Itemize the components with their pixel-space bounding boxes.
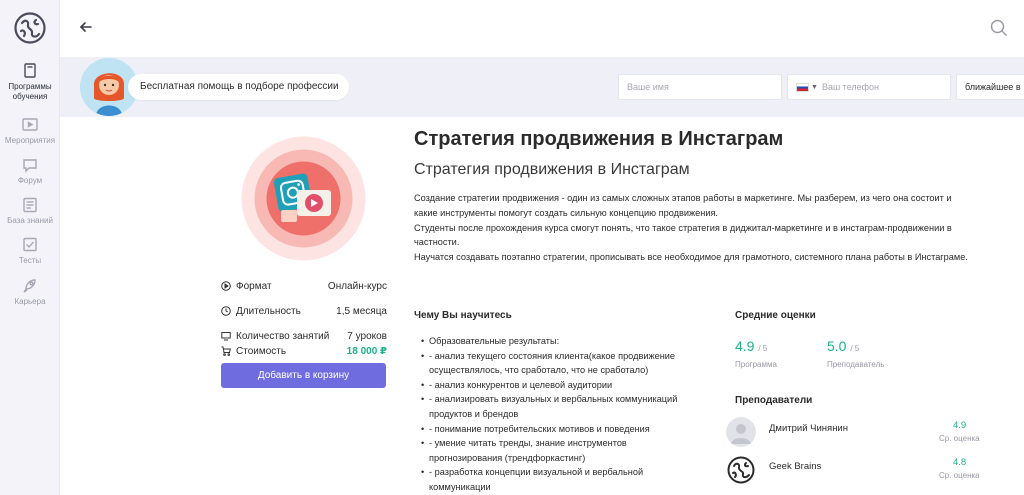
course-description: Создание стратегии продвижения - один из…	[414, 191, 974, 265]
cart-icon	[221, 346, 231, 356]
teachers-heading: Преподаватели	[735, 395, 813, 406]
list-item: - разработка концепции визуальной и верб…	[421, 465, 701, 494]
course-illustration	[241, 136, 366, 261]
teacher-name[interactable]: Geek Brains	[769, 461, 821, 472]
checkbox-icon	[21, 237, 39, 253]
list-item: Образовательные результаты:	[421, 334, 701, 349]
sidebar-item-knowledge[interactable]: База знаний	[0, 197, 60, 226]
brain-logo-icon[interactable]	[13, 11, 47, 45]
sidebar-item-programs[interactable]: Программы обучения	[0, 63, 60, 102]
sidebar-item-label: Программы обучения	[8, 82, 52, 101]
teacher-name[interactable]: Дмитрий Чинянин	[769, 423, 848, 434]
sidebar-item-label: Карьера	[14, 297, 46, 306]
search-icon[interactable]	[990, 19, 1008, 37]
chat-bubble-icon	[21, 157, 39, 173]
course-subtitle: Стратегия продвижения в Инстаграм	[414, 161, 690, 178]
back-arrow-icon[interactable]	[78, 19, 94, 35]
lessons-label: Количество занятий	[236, 331, 330, 342]
clock-icon	[221, 306, 231, 316]
sidebar-item-tests[interactable]: Тесты	[0, 237, 60, 266]
teacher-score: 4.9	[953, 420, 967, 431]
sidebar: Программы обучения Мероприятия Форум Баз…	[0, 0, 60, 495]
video-icon	[21, 117, 39, 133]
list-item: - понимание потребительских мотивов и по…	[421, 422, 701, 437]
list-item: - анализ конкурентов и целевой аудитории	[421, 378, 701, 393]
learn-heading: Чему Вы научитесь	[414, 310, 512, 321]
sidebar-item-forum[interactable]: Форум	[0, 157, 60, 186]
format-label: Формат	[236, 281, 272, 292]
document-icon	[21, 197, 39, 213]
teachers-score: 5.0	[827, 338, 847, 354]
program-rating-caption: Программа	[735, 360, 777, 369]
name-input[interactable]: Ваше имя	[618, 74, 782, 100]
call-time-select[interactable]: ближайшее в	[956, 74, 1024, 100]
description-paragraph: Научатся создавать поэтапно стратегии, п…	[414, 252, 968, 263]
geekbrains-logo-icon[interactable]	[726, 455, 756, 485]
book-icon	[21, 63, 39, 79]
phone-placeholder: Ваш телефон	[821, 82, 880, 92]
ratings-heading: Средние оценки	[735, 310, 816, 321]
help-text: Бесплатная помощь в подборе профессии	[128, 74, 349, 100]
lessons-value: 7 уроков	[347, 331, 387, 342]
teacher-score-caption: Ср. оценка	[939, 434, 980, 443]
duration-label: Длительность	[236, 306, 301, 317]
phone-input[interactable]: ▼ Ваш телефон	[787, 74, 951, 100]
russia-flag-icon[interactable]	[796, 83, 809, 93]
sidebar-item-label: Форум	[17, 176, 43, 185]
description-paragraph: Студенты после прохождения курса смогут …	[414, 222, 952, 248]
format-value: Онлайн-курс	[327, 281, 387, 292]
learn-list: Образовательные результаты: - анализ тек…	[421, 334, 701, 495]
rocket-icon	[21, 278, 39, 294]
sidebar-item-career[interactable]: Карьера	[0, 278, 60, 307]
program-score: 4.9	[735, 338, 755, 354]
teachers-rating-caption: Преподаватель	[827, 360, 885, 369]
price-value: 18 000 ₽	[346, 346, 387, 357]
teacher-score: 4.8	[953, 457, 967, 468]
sidebar-item-label: Тесты	[18, 256, 42, 265]
teacher-avatar[interactable]	[726, 417, 756, 447]
sidebar-item-label: База знаний	[7, 216, 53, 225]
sidebar-item-events[interactable]: Мероприятия	[0, 117, 60, 146]
list-item: - анализировать визуальных и вербальных …	[421, 392, 701, 421]
description-paragraph: Создание стратегии продвижения - один из…	[414, 193, 952, 218]
duration-value: 1,5 месяца	[336, 306, 387, 317]
teachers-rating: 5.0 / 5	[827, 338, 859, 354]
list-item: - анализ текущего состояния клиента(како…	[421, 349, 701, 378]
chevron-down-icon[interactable]: ▼	[811, 76, 818, 100]
course-title: Стратегия продвижения в Инстаграм	[414, 128, 784, 150]
play-circle-icon	[221, 281, 231, 291]
teachers-score-max: / 5	[850, 344, 860, 353]
sidebar-item-label: Мероприятия	[4, 136, 56, 145]
teacher-score-caption: Ср. оценка	[939, 471, 980, 480]
program-score-max: / 5	[758, 344, 768, 353]
monitor-icon	[221, 332, 231, 341]
price-label: Стоимость	[236, 346, 287, 357]
program-rating: 4.9 / 5	[735, 338, 767, 354]
add-to-cart-button[interactable]: Добавить в корзину	[221, 363, 386, 388]
list-item: - умение читать тренды, знание инструмен…	[421, 436, 701, 465]
